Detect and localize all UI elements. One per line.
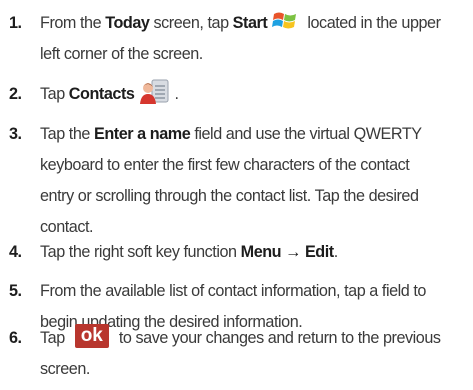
- step-text: field and use the virtual QWERTY: [190, 125, 422, 143]
- step-number: 4.: [9, 243, 22, 261]
- step-text: From the available list of contact infor…: [40, 282, 426, 300]
- step-text: to save your changes and return to the p…: [114, 329, 441, 347]
- step-text: screen, tap: [149, 14, 233, 32]
- step-text: Tap the: [40, 125, 94, 143]
- step-text: Tap the right soft key function: [40, 243, 241, 261]
- step-number: 3.: [9, 125, 22, 143]
- step-text: left corner of the screen.: [40, 45, 203, 63]
- enter-a-name-label: Enter a name: [94, 125, 191, 143]
- instruction-list: 1. From the Today screen, tap Start loca…: [0, 0, 473, 390]
- ok-button-icon: ok: [74, 324, 109, 349]
- step-number: 2.: [9, 85, 22, 103]
- windows-start-flag-icon: [271, 10, 299, 32]
- menu-edit-label: Menu → Edit: [240, 243, 335, 261]
- step-number: 1.: [9, 14, 22, 32]
- step-number: 6.: [9, 329, 22, 347]
- step-text: .: [174, 85, 179, 103]
- today-label: Today: [105, 14, 150, 32]
- step-text: Tap: [40, 85, 69, 103]
- step-text: .: [333, 243, 339, 261]
- step-text: screen.: [40, 360, 90, 378]
- step-text: keyboard to enter the first few characte…: [40, 156, 410, 174]
- step-text: From the: [40, 14, 106, 32]
- step-text: entry or scrolling through the contact l…: [40, 187, 419, 205]
- start-label: Start: [232, 14, 268, 32]
- contacts-icon: [138, 78, 172, 106]
- step-text: Tap: [40, 329, 69, 347]
- step-number: 5.: [9, 282, 22, 300]
- step-text: located in the upper: [303, 14, 441, 32]
- contacts-label: Contacts: [68, 85, 135, 103]
